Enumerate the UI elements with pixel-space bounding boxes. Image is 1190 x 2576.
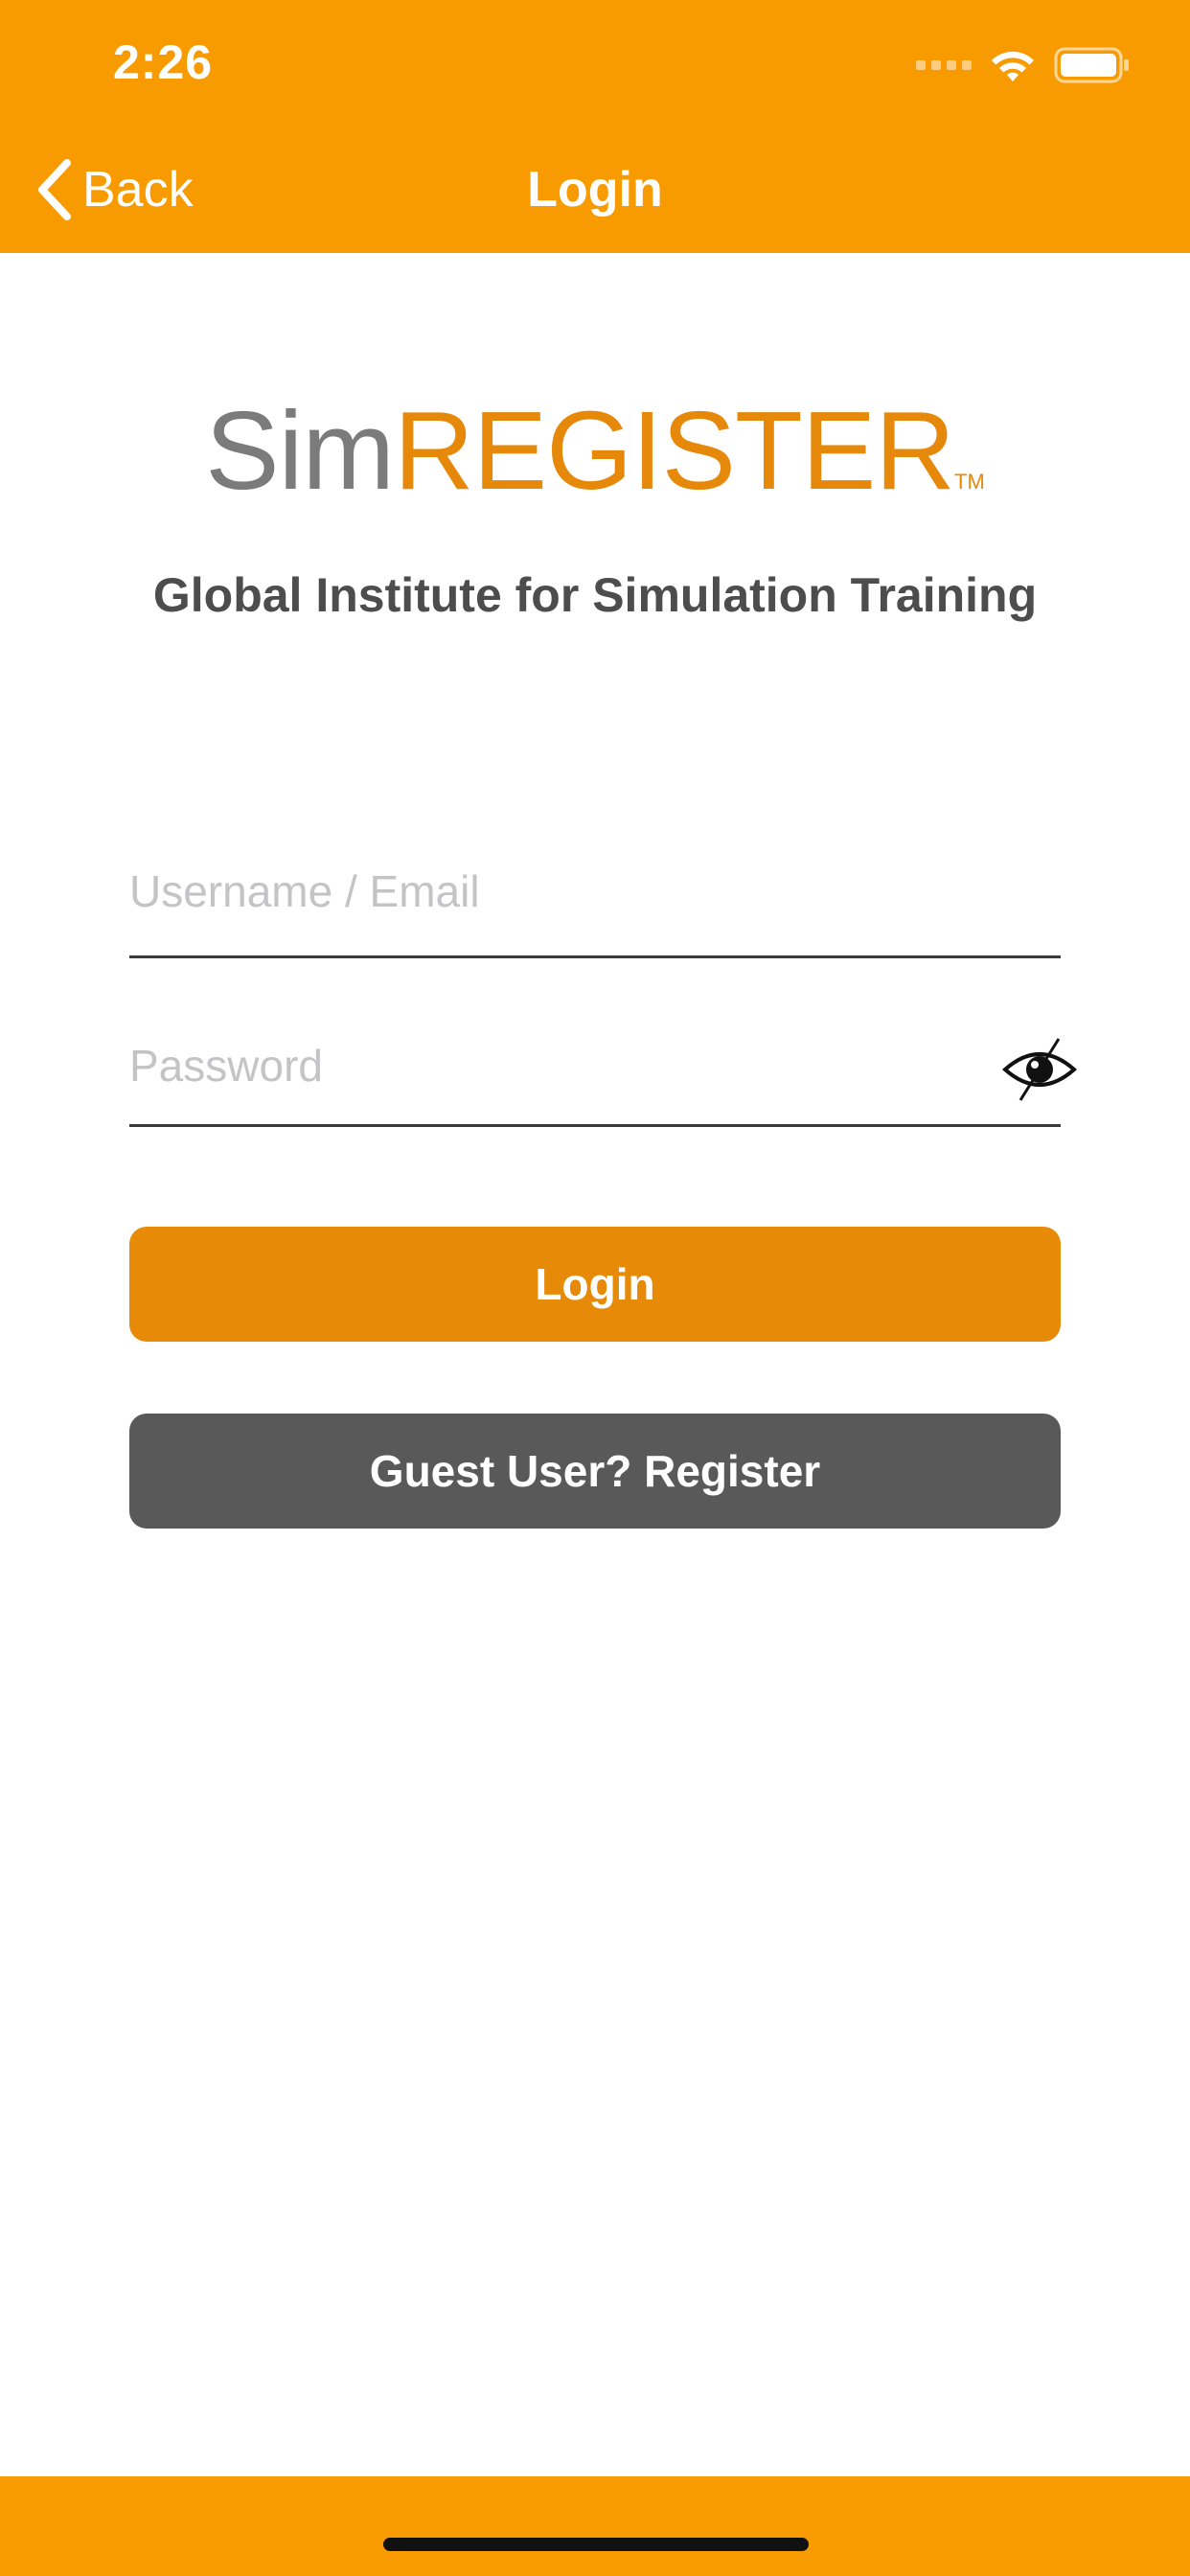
logo-trademark: TM [954,470,985,494]
logo-sim-text: Sim [205,388,395,513]
simregister-logo: SimREGISTERTM [0,388,1190,544]
battery-icon [1054,47,1131,83]
password-input[interactable] [129,1027,953,1104]
status-time: 2:26 [113,35,214,89]
page-title: Login [527,162,663,218]
eye-slash-icon[interactable] [1001,1033,1078,1106]
organization-tagline: Global Institute for Simulation Training [152,568,1038,622]
cellular-signal-icon [916,60,972,70]
username-field [129,853,1061,958]
logo-register-text: REGISTER [394,388,955,513]
login-screen: 2:26 Back Login SimREGISTERTM Global Ins… [0,0,1190,2576]
navigation-bar: 2:26 Back Login [0,0,1190,253]
bottom-bar [0,2476,1190,2576]
home-indicator[interactable] [383,2538,809,2551]
status-indicators [916,46,1131,84]
wifi-icon [989,47,1037,83]
password-field [129,1027,1078,1127]
register-button[interactable]: Guest User? Register [129,1414,1061,1529]
username-input[interactable] [129,853,1061,930]
login-button[interactable]: Login [129,1227,1061,1342]
